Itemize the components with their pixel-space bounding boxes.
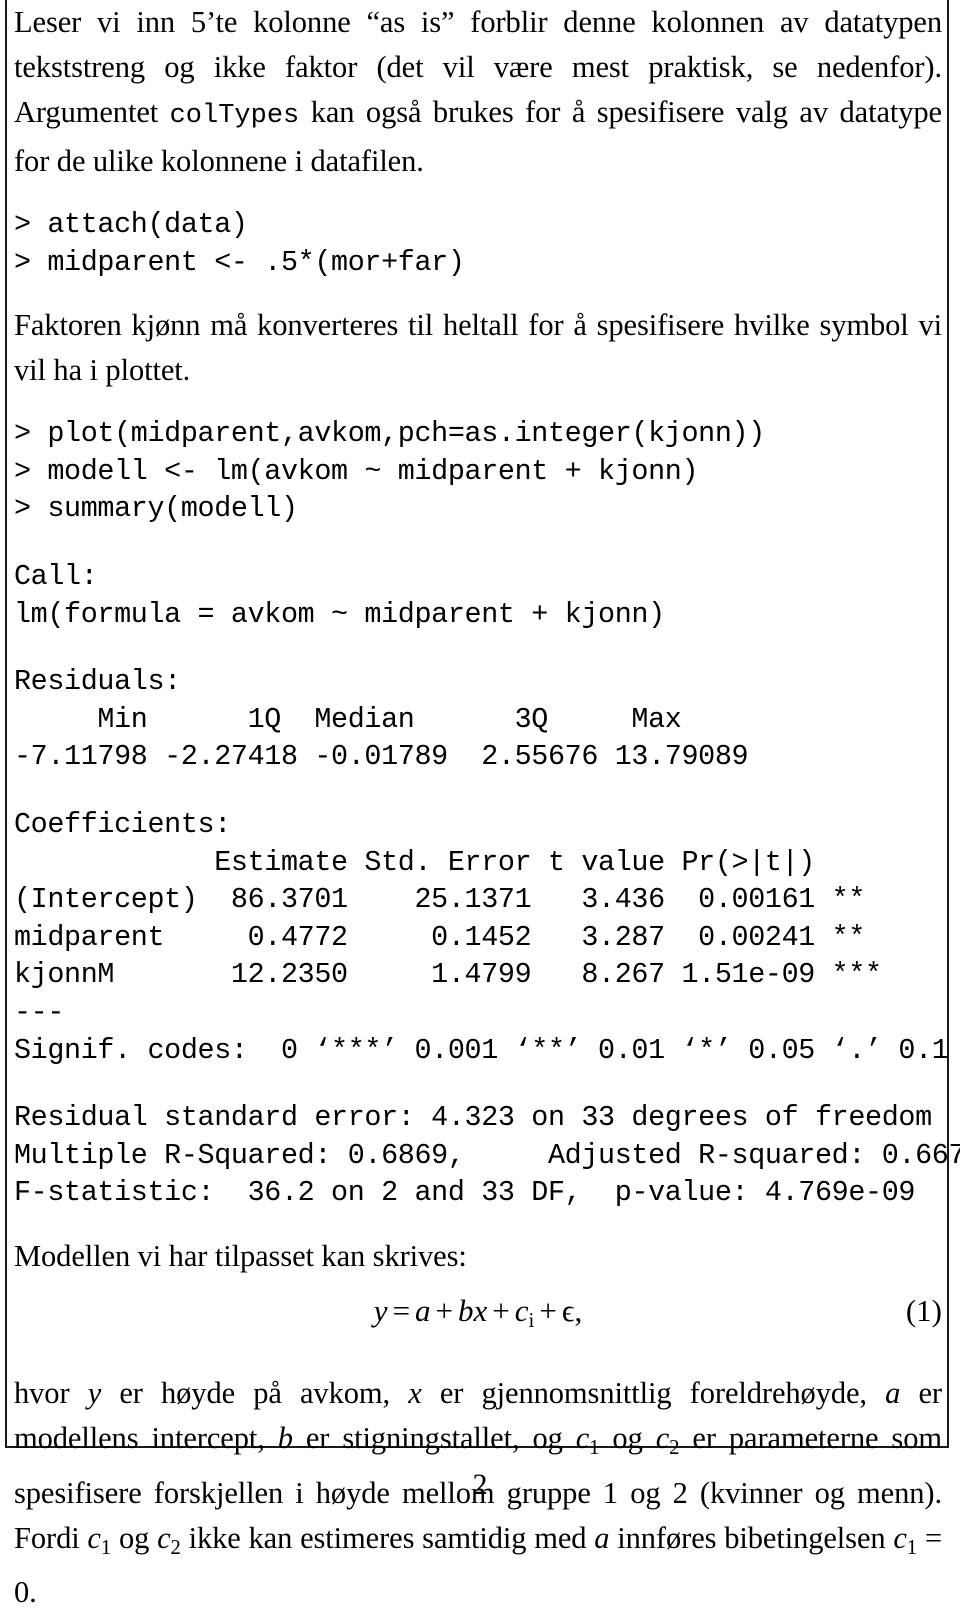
page-footer: 2 — [0, 1468, 960, 1502]
equation-number: (1) — [905, 1292, 942, 1328]
output-residuals-header: Min 1Q Median 3Q Max — [14, 702, 682, 736]
equation-term-x: x — [473, 1292, 488, 1328]
output-coefficients-header: Estimate Std. Error t value Pr(>|t|) — [14, 845, 815, 879]
output-call-formula: lm(formula = avkom ~ midparent + kjonn) — [14, 597, 665, 631]
paragraph-intro: Leser vi inn 5’te kolonne “as is” forbli… — [14, 0, 942, 184]
var-c1-b: c — [87, 1520, 101, 1555]
display-equation: y = a + bx + ci + ϵ, — [14, 1293, 942, 1333]
equation-equals: = — [392, 1292, 411, 1328]
output-signif-rule: --- — [14, 995, 65, 1029]
closing-text-5: er stigningstallet, og — [292, 1420, 576, 1455]
equation-comma: , — [574, 1292, 583, 1328]
var-a-2: a — [594, 1520, 610, 1555]
closing-text-9: ikke kan estimeres samtidig med — [180, 1520, 595, 1555]
output-model-statistics: Residual standard error: 4.323 on 33 deg… — [14, 1101, 960, 1210]
var-c2: c — [655, 1420, 670, 1455]
output-call-label: Call: — [14, 559, 98, 593]
var-y: y — [87, 1375, 102, 1410]
closing-text-1: hvor — [14, 1375, 88, 1410]
equation-term-epsilon: ϵ — [561, 1292, 575, 1328]
closing-text-6: og — [599, 1420, 656, 1455]
display-equation-row: y = a + bx + ci + ϵ, (1) — [14, 1293, 942, 1357]
output-signif-codes: Signif. codes: 0 ‘***’ 0.001 ‘**’ 0.01 ‘… — [14, 1033, 960, 1067]
equation-lhs: y — [373, 1292, 388, 1328]
inline-code-coltypes: colTypes — [169, 101, 300, 131]
var-b: b — [277, 1420, 293, 1455]
equation-plus-1: + — [435, 1292, 454, 1328]
code-block-attach: > attach(data) > midparent <- .5*(mor+fa… — [14, 208, 465, 279]
closing-text-8: og — [111, 1520, 158, 1555]
equation-term-b: b — [458, 1292, 474, 1328]
closing-text-10: innføres bibetingelsen — [609, 1520, 894, 1555]
page-number: 2 — [472, 1468, 488, 1501]
var-c1-c-subscript: 1 — [906, 1536, 918, 1559]
equation-term-c: c — [514, 1292, 529, 1328]
output-residuals-values: -7.11798 -2.27418 -0.01789 2.55676 13.79… — [14, 740, 749, 774]
var-x: x — [408, 1375, 422, 1410]
paragraph-faktoren: Faktoren kjønn må konverteres til heltal… — [14, 308, 942, 388]
var-c1-b-subscript: 1 — [100, 1536, 112, 1559]
output-residuals-label: Residuals: — [14, 665, 181, 699]
equation-plus-2: + — [492, 1292, 510, 1328]
var-c1-c: c — [893, 1520, 907, 1555]
var-c2-b: c — [157, 1520, 171, 1555]
equation-term-a: a — [415, 1292, 431, 1328]
var-c1-subscript: 1 — [589, 1436, 600, 1459]
var-c2-subscript: 2 — [669, 1436, 680, 1459]
closing-text-3: er gjennomsnittlig foreldrehøyde, — [421, 1375, 886, 1410]
var-a: a — [885, 1375, 901, 1410]
output-coefficients-label: Coefficients: — [14, 807, 231, 841]
page-content: Leser vi inn 5’te kolonne “as is” forbli… — [14, 0, 960, 1615]
var-c1: c — [575, 1420, 590, 1455]
closing-text-2: er høyde på avkom, — [101, 1375, 409, 1410]
paragraph-modellen: Modellen vi har tilpasset kan skrives: — [14, 1238, 467, 1273]
var-c2-b-subscript: 2 — [170, 1536, 181, 1559]
code-block-plot-model: > plot(midparent,avkom,pch=as.integer(kj… — [14, 417, 765, 526]
equation-plus-3: + — [539, 1292, 557, 1328]
output-coefficients-rows: (Intercept) 86.3701 25.1371 3.436 0.0016… — [14, 883, 882, 992]
